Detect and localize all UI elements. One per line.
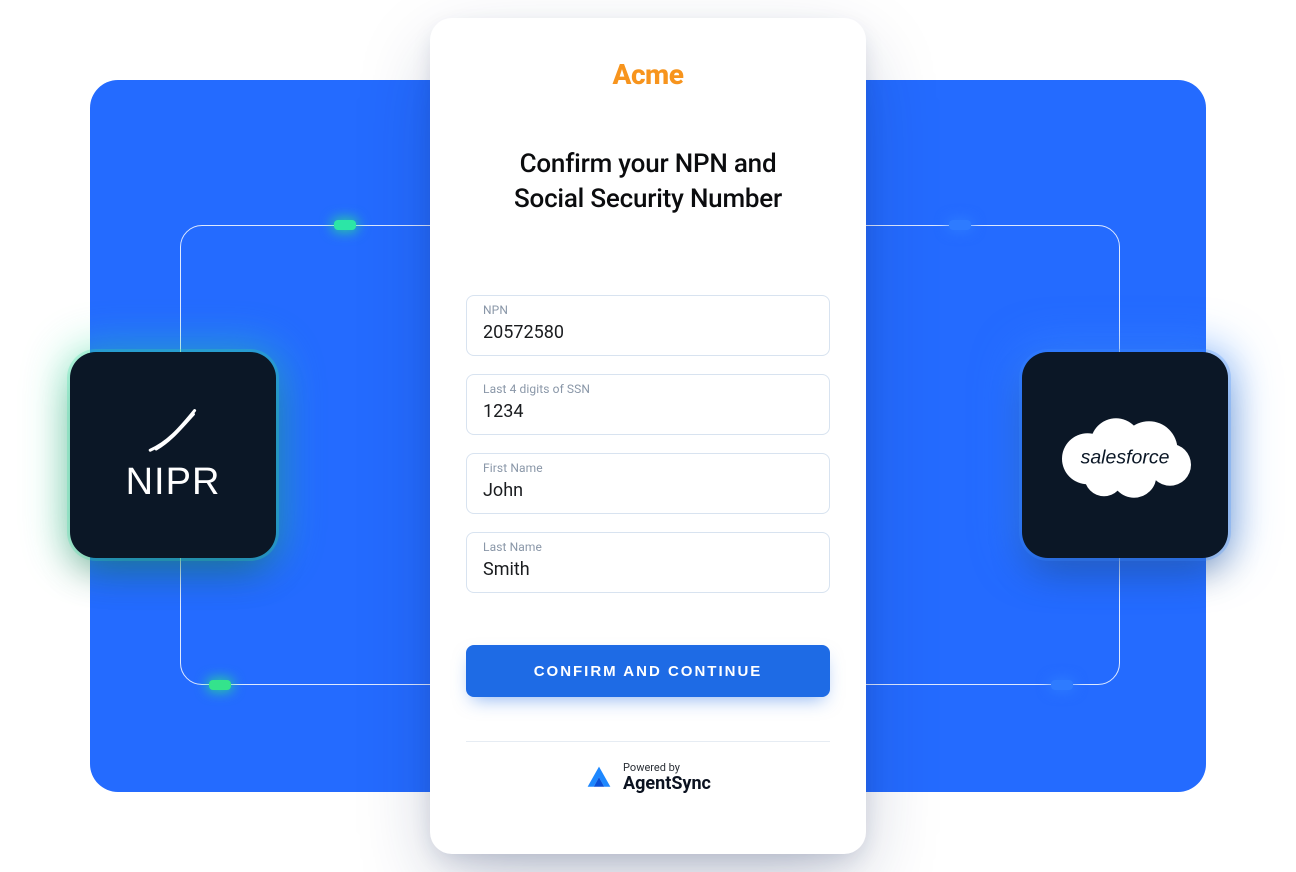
ssn-field[interactable]: Last 4 digits of SSN (466, 374, 830, 435)
first-name-label: First Name (483, 461, 543, 475)
connection-node-icon (334, 220, 356, 230)
brand-name: Acme (466, 58, 830, 91)
salesforce-label: salesforce (1081, 446, 1170, 468)
form-title: Confirm your NPN and Social Security Num… (466, 147, 830, 217)
salesforce-cloud-icon: salesforce (1050, 405, 1200, 505)
connection-node-icon (1051, 680, 1073, 690)
last-name-input[interactable] (483, 559, 813, 580)
form-title-line-2: Social Security Number (514, 184, 782, 214)
npn-label: NPN (483, 303, 508, 317)
powered-by-label: Powered by (623, 762, 680, 773)
powered-by-name: AgentSync (623, 775, 711, 793)
last-name-label: Last Name (483, 540, 542, 554)
connection-node-icon (949, 220, 971, 230)
nipr-leaf-icon (143, 407, 203, 455)
integration-tile-salesforce: salesforce (1022, 352, 1228, 558)
confirm-continue-button[interactable]: CONFIRM AND CONTINUE (466, 645, 830, 697)
agentsync-logo-icon (585, 764, 613, 792)
divider (466, 741, 830, 742)
npn-field[interactable]: NPN (466, 295, 830, 356)
form-title-line-1: Confirm your NPN and (520, 149, 777, 179)
npn-input[interactable] (483, 322, 813, 343)
form-fields: NPN Last 4 digits of SSN First Name Last… (466, 295, 830, 593)
nipr-label: NIPR (126, 461, 221, 504)
powered-by: Powered by AgentSync (466, 762, 830, 793)
last-name-field[interactable]: Last Name (466, 532, 830, 593)
integration-tile-nipr: NIPR (70, 352, 276, 558)
first-name-field[interactable]: First Name (466, 453, 830, 514)
first-name-input[interactable] (483, 480, 813, 501)
connection-node-icon (209, 680, 231, 690)
onboarding-form-card: Acme Confirm your NPN and Social Securit… (430, 18, 866, 854)
ssn-label: Last 4 digits of SSN (483, 382, 590, 396)
ssn-input[interactable] (483, 401, 813, 422)
